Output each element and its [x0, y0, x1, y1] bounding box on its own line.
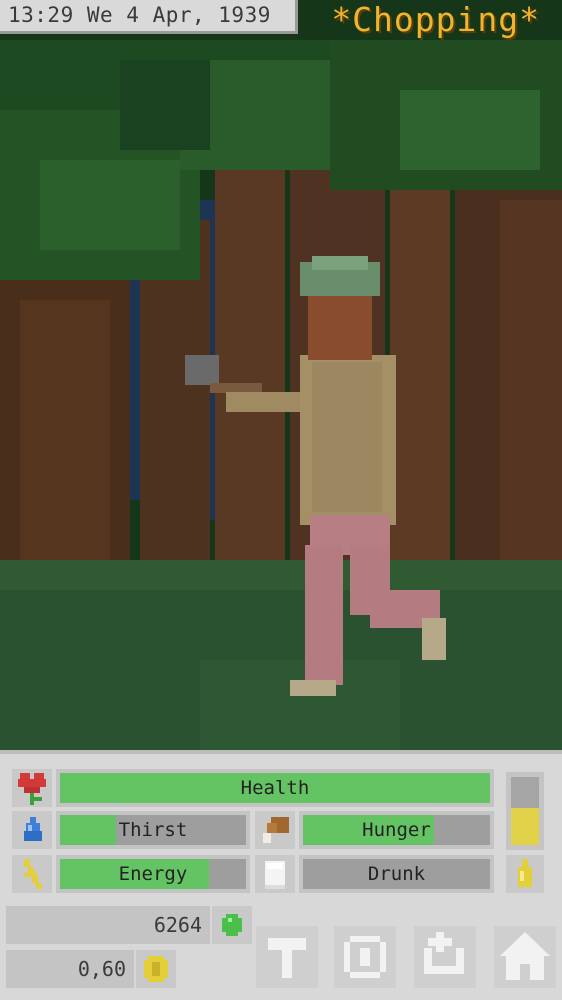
heart-flower-icon: [12, 769, 52, 807]
thirst-label: Thirst: [118, 819, 188, 841]
thirst-bar: Thirst: [56, 811, 250, 849]
target-button[interactable]: [334, 926, 396, 988]
points-value: 6264: [6, 906, 210, 944]
drunk-bar: Drunk: [299, 855, 494, 893]
game-scene[interactable]: [0, 0, 562, 750]
crosshair-icon: [334, 926, 396, 988]
home-icon: [494, 926, 556, 988]
green-gem-icon: [212, 906, 252, 944]
forest-scene: [0, 0, 562, 750]
side-gauge-fill: [511, 807, 539, 845]
back-arrow-icon: [414, 926, 476, 988]
gold-coin-icon: [136, 950, 176, 988]
home-button[interactable]: [494, 926, 556, 988]
back-button[interactable]: [414, 926, 476, 988]
hunger-label: Hunger: [362, 819, 431, 841]
hammer-icon: [256, 926, 318, 988]
side-gauge: [506, 772, 544, 850]
date-time-display: 13:29 We 4 Apr, 1939: [0, 0, 298, 34]
health-label: Health: [240, 777, 310, 799]
hammer-button[interactable]: [256, 926, 318, 988]
glass-icon: [255, 855, 295, 893]
energy-label: Energy: [118, 863, 188, 885]
health-bar: Health: [56, 769, 494, 807]
money-value: 0,60: [6, 950, 134, 988]
hunger-bar: Hunger: [299, 811, 494, 849]
energy-bar: Energy: [56, 855, 250, 893]
bottle-icon: [506, 855, 544, 893]
water-drop-icon: [12, 811, 52, 849]
meat-icon: [255, 811, 295, 849]
lightning-icon: [12, 855, 52, 893]
drunk-label: Drunk: [367, 863, 426, 885]
activity-status: *Chopping*: [331, 0, 540, 39]
